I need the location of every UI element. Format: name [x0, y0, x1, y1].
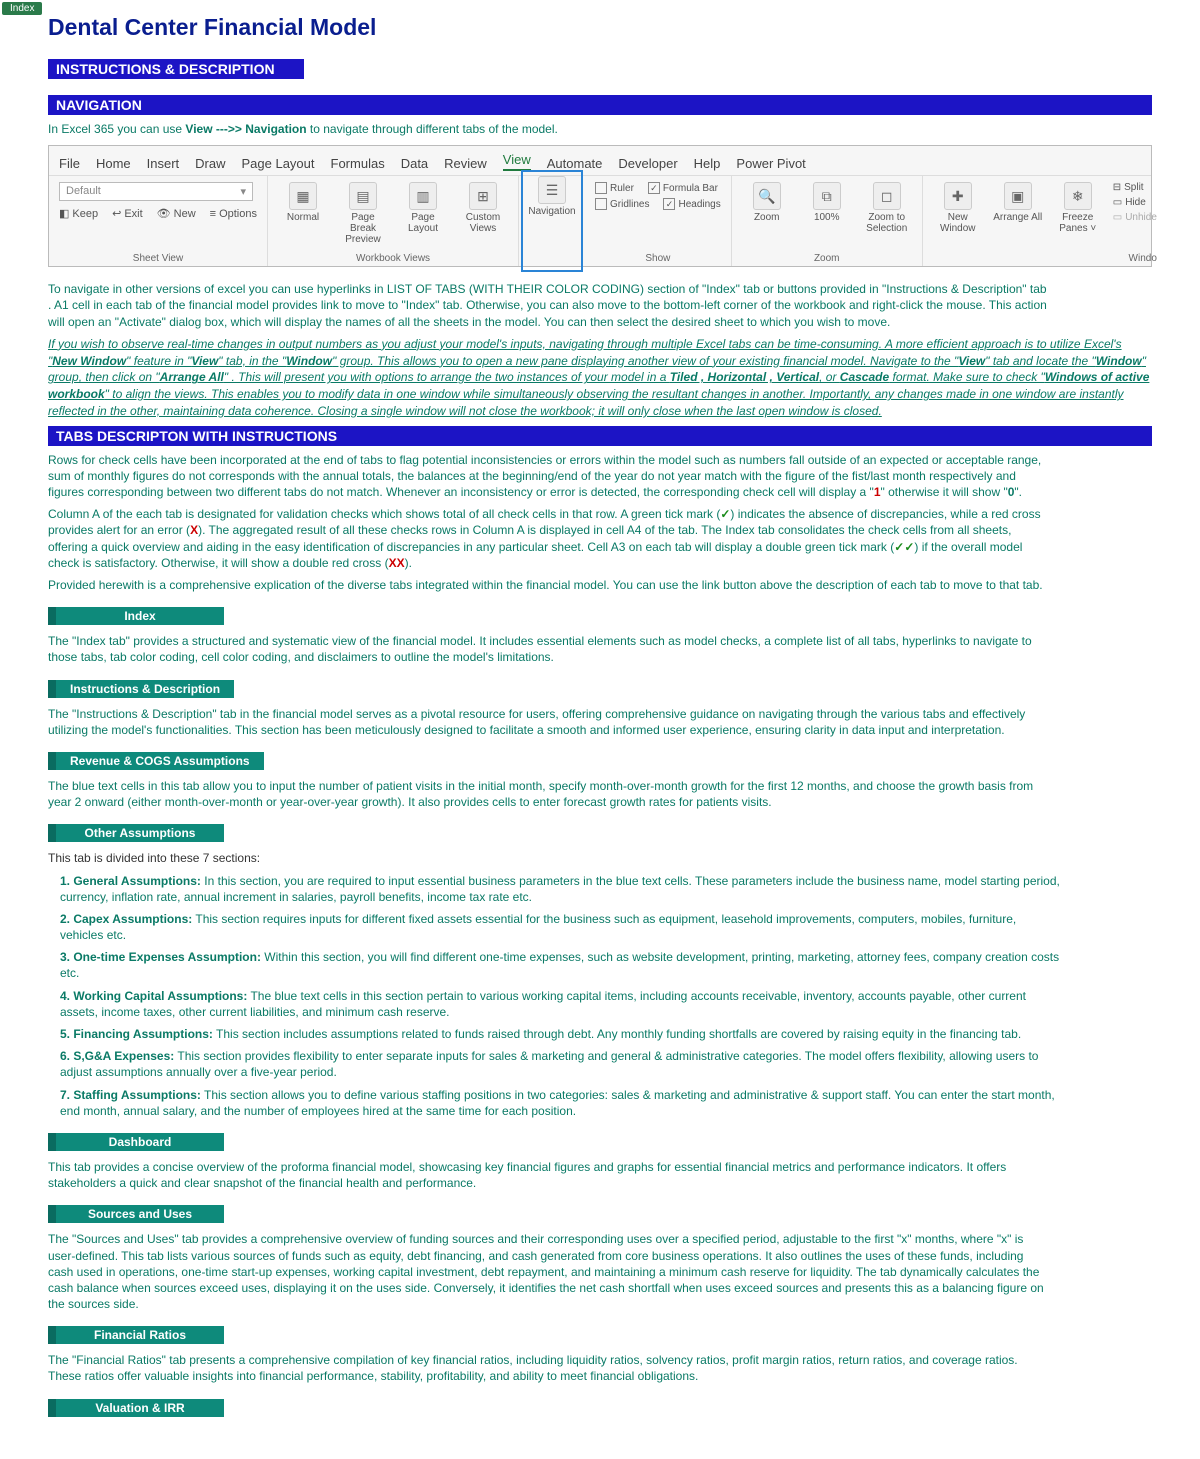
formulabar-checkbox[interactable]: ✓Formula Bar [648, 182, 718, 194]
ribbon-tab-formulas[interactable]: Formulas [331, 156, 385, 171]
tab-link-index[interactable]: Index [48, 607, 224, 625]
custom-views[interactable]: ⊞Custom Views [458, 182, 508, 234]
page-title: Dental Center Financial Model [48, 14, 1152, 41]
page-layout[interactable]: ▥Page Layout [398, 182, 448, 234]
tab-desc-ratios: The "Financial Ratios" tab presents a co… [48, 1352, 1048, 1384]
freeze-panes[interactable]: ❄Freeze Panes ˅ [1053, 182, 1103, 234]
checks-para-2: Column A of the each tab is designated f… [48, 506, 1048, 571]
hide-button[interactable]: ▭ Hide [1113, 197, 1157, 208]
nav-intro: In Excel 365 you can use View --->> Navi… [48, 121, 1048, 137]
options-button[interactable]: ≡ Options [210, 208, 257, 220]
ribbon-tab-draw[interactable]: Draw [195, 156, 225, 171]
ribbon-tab-home[interactable]: Home [96, 156, 131, 171]
section-navigation: NAVIGATION [48, 95, 1152, 115]
other-assumption-item: 1. General Assumptions: In this section,… [60, 873, 1060, 905]
zoom-group: Zoom [742, 250, 912, 264]
excel-ribbon: File Home Insert Draw Page Layout Formulas Dat… [48, 145, 1152, 267]
nav-new-window-note: If you wish to observe real-time changes… [48, 336, 1152, 420]
ribbon-tab-file[interactable]: File [59, 156, 80, 171]
section-instructions-description: INSTRUCTIONS & DESCRIPTION [48, 59, 304, 79]
ribbon-tab-data[interactable]: Data [401, 156, 428, 171]
keep-button[interactable]: ◧ Keep [59, 207, 98, 220]
new-window[interactable]: ✚New Window [933, 182, 983, 234]
ribbon-tab-review[interactable]: Review [444, 156, 487, 171]
unhide-button[interactable]: ▭ Unhide [1113, 212, 1157, 223]
ribbon-tab-page-layout[interactable]: Page Layout [242, 156, 315, 171]
other-assumption-item: 3. One-time Expenses Assumption: Within … [60, 949, 1060, 981]
page-break-preview[interactable]: ▤Page Break Preview [338, 182, 388, 245]
exit-button[interactable]: ↩ Exit [112, 207, 143, 220]
split-button[interactable]: ⊟ Split [1113, 182, 1157, 193]
other-assumption-item: 2. Capex Assumptions: This section requi… [60, 911, 1060, 943]
checks-para-1: Rows for check cells have been incorpora… [48, 452, 1048, 501]
tab-link-dashboard[interactable]: Dashboard [48, 1133, 224, 1151]
normal-view[interactable]: ▦Normal [278, 182, 328, 223]
sheet-view-group: Sheet View [59, 250, 257, 264]
arrange-all[interactable]: ▣Arrange All [993, 182, 1043, 223]
nav-paragraph: To navigate in other versions of excel y… [48, 281, 1048, 330]
headings-checkbox[interactable]: ✓Headings [663, 198, 720, 210]
navigation-button[interactable]: ☰Navigation [527, 176, 577, 217]
tab-link-valuation-irr[interactable]: Valuation & IRR [48, 1399, 224, 1417]
tab-desc-dashboard: This tab provides a concise overview of … [48, 1159, 1048, 1191]
tabs-desc-intro: Provided herewith is a comprehensive exp… [48, 577, 1048, 593]
other-assumption-item: 5. Financing Assumptions: This section i… [60, 1026, 1060, 1042]
ribbon-tab-insert[interactable]: Insert [147, 156, 180, 171]
sheet-view-combo[interactable]: Default▾ [59, 182, 253, 201]
show-group: Show [595, 250, 721, 264]
ruler-checkbox[interactable]: Ruler [595, 182, 634, 194]
ribbon-tab-view[interactable]: View [503, 152, 531, 171]
new-view-button[interactable]: 👁 New [157, 207, 196, 220]
gridlines-checkbox[interactable]: Gridlines [595, 198, 649, 210]
zoom-selection[interactable]: ◻Zoom to Selection [862, 182, 912, 234]
ribbon-tab-developer[interactable]: Developer [618, 156, 677, 171]
section-tabs-description: TABS DESCRIPTON WITH INSTRUCTIONS [48, 426, 1152, 446]
other-assumption-item: 6. S,G&A Expenses: This section provides… [60, 1048, 1060, 1080]
other-intro: This tab is divided into these 7 section… [48, 850, 1048, 866]
tab-link-financial-ratios[interactable]: Financial Ratios [48, 1326, 224, 1344]
tab-link-instructions[interactable]: Instructions & Description [48, 680, 234, 698]
tab-desc-sources: The "Sources and Uses" tab provides a co… [48, 1231, 1048, 1312]
workbook-views-group: Workbook Views [278, 250, 508, 264]
tab-desc-instructions: The "Instructions & Description" tab in … [48, 706, 1048, 738]
zoom-button[interactable]: 🔍Zoom [742, 182, 792, 223]
tab-link-revenue-cogs[interactable]: Revenue & COGS Assumptions [48, 752, 264, 770]
ribbon-tab-automate[interactable]: Automate [547, 156, 603, 171]
index-tab-button[interactable]: Index [2, 2, 42, 15]
other-assumption-item: 7. Staffing Assumptions: This section al… [60, 1087, 1060, 1119]
ribbon-tab-power-pivot[interactable]: Power Pivot [736, 156, 805, 171]
other-assumption-item: 4. Working Capital Assumptions: The blue… [60, 988, 1060, 1020]
window-group: Windo [933, 250, 1157, 264]
tab-link-sources-uses[interactable]: Sources and Uses [48, 1205, 224, 1223]
ribbon-tab-help[interactable]: Help [694, 156, 721, 171]
tab-desc-index: The "Index tab" provides a structured an… [48, 633, 1048, 665]
zoom-100[interactable]: ⧉100% [802, 182, 852, 223]
tab-link-other-assumptions[interactable]: Other Assumptions [48, 824, 224, 842]
tab-desc-revenue: The blue text cells in this tab allow yo… [48, 778, 1048, 810]
